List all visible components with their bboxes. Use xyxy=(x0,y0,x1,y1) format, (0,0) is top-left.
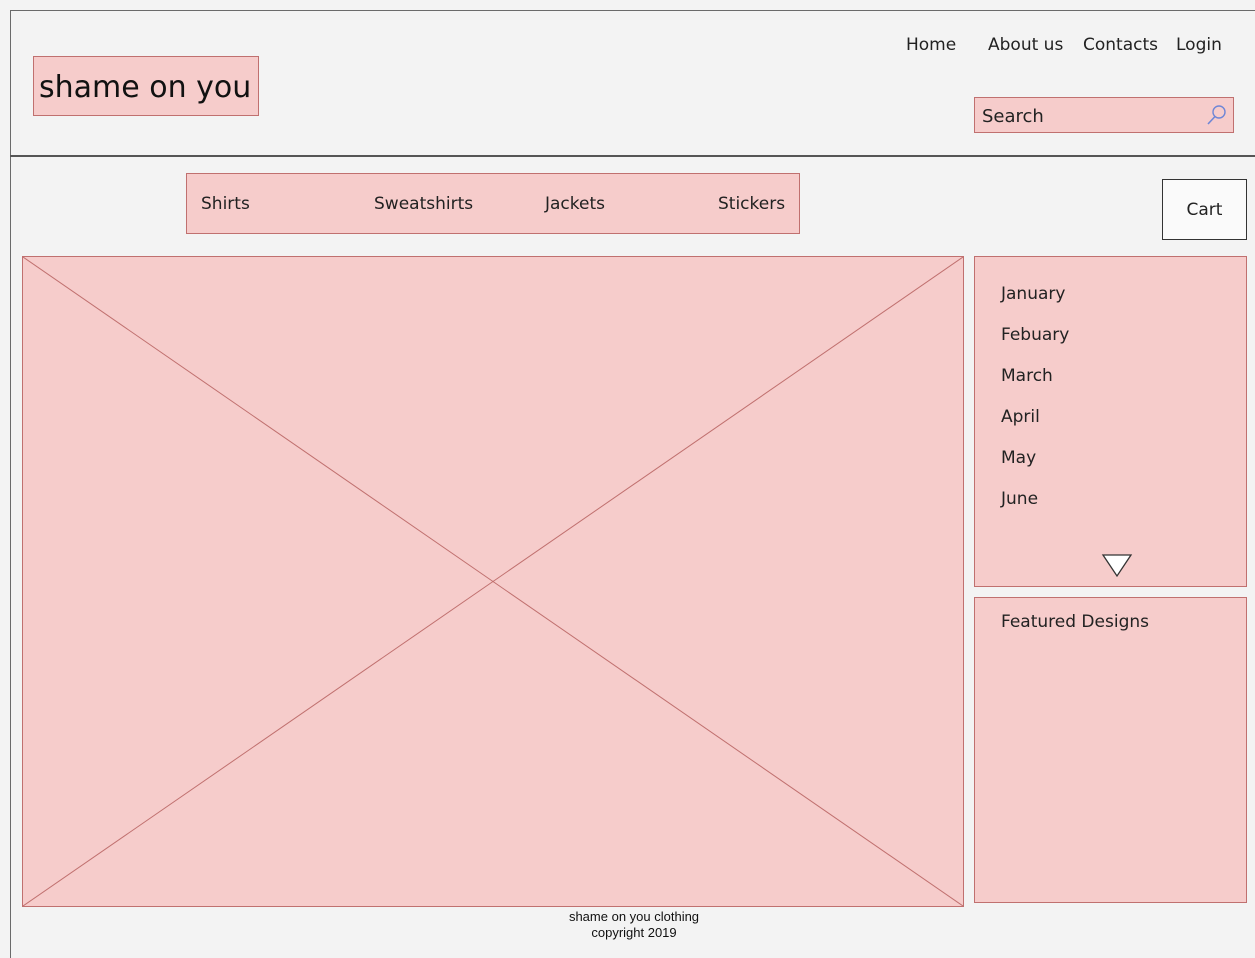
nav-about-link[interactable]: About us xyxy=(988,35,1063,55)
logo-text: shame on you xyxy=(39,70,252,105)
month-item[interactable]: January xyxy=(1001,284,1065,304)
category-shirts[interactable]: Shirts xyxy=(201,194,250,214)
category-jackets[interactable]: Jackets xyxy=(545,194,605,214)
header-divider xyxy=(10,155,1255,157)
nav-login-link[interactable]: Login xyxy=(1176,35,1222,55)
month-item[interactable]: March xyxy=(1001,366,1053,386)
search-placeholder: Search xyxy=(982,106,1044,127)
nav-home-link[interactable]: Home xyxy=(906,35,956,55)
featured-designs-panel: Featured Designs xyxy=(974,597,1247,903)
footer-copyright: copyright 2019 xyxy=(591,925,677,940)
month-item[interactable]: Febuary xyxy=(1001,325,1069,345)
cart-button[interactable]: Cart xyxy=(1162,179,1247,240)
hero-image-placeholder xyxy=(22,256,964,907)
month-item[interactable]: April xyxy=(1001,407,1040,427)
category-stickers[interactable]: Stickers xyxy=(718,194,785,214)
month-item[interactable]: June xyxy=(1001,489,1038,509)
cart-label: Cart xyxy=(1186,200,1223,220)
footer: shame on you clothing copyright 2019 xyxy=(534,909,734,941)
nav-contacts-link[interactable]: Contacts xyxy=(1083,35,1158,55)
footer-company: shame on you clothing xyxy=(568,909,700,924)
category-nav: Shirts Sweatshirts Jackets Stickers xyxy=(186,173,800,234)
logo[interactable]: shame on you xyxy=(33,56,259,116)
search-icon[interactable] xyxy=(1205,104,1227,126)
month-archive-list: January Febuary March April May June xyxy=(974,256,1247,587)
image-placeholder-icon xyxy=(23,257,963,906)
month-item[interactable]: May xyxy=(1001,448,1036,468)
category-sweatshirts[interactable]: Sweatshirts xyxy=(374,194,473,214)
featured-designs-title: Featured Designs xyxy=(1001,612,1149,632)
triangle-down-icon[interactable] xyxy=(1101,553,1133,579)
search-input[interactable]: Search xyxy=(974,97,1234,133)
